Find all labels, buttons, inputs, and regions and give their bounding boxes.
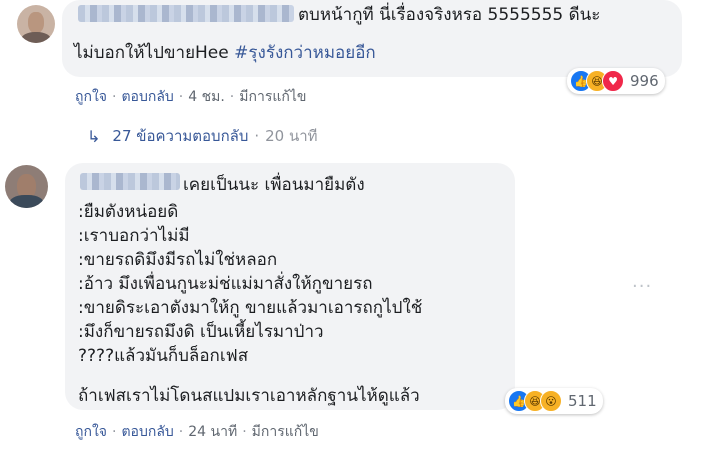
like-link[interactable]: ถูกใจ [75, 421, 107, 443]
comment-text-line: :ขายรถดิมึงมีรถไม่ใช่หลอก [78, 250, 278, 270]
reaction-count: 996 [630, 72, 659, 90]
comment-actions: ถูกใจ · ตอบกลับ · 4 ชม. · มีการแก้ไข [75, 86, 306, 108]
replies-count[interactable]: 27 ข้อความตอบกลับ [112, 124, 248, 148]
reaction-count: 511 [568, 392, 597, 410]
replies-timestamp: 20 นาที [265, 127, 318, 145]
comment-text-line: :มึงก็ขายรถมึงดิ เป็นเหี้ยไรมาป่าว [78, 322, 324, 342]
separator-dot: · [229, 89, 235, 105]
separator-dot: · [242, 424, 247, 440]
avatar-face [28, 11, 44, 33]
reply-link[interactable]: ตอบกลับ [121, 86, 173, 108]
separator-dot: · [112, 424, 117, 440]
edited-label[interactable]: มีการแก้ไข [239, 86, 306, 108]
separator-dot: · [178, 424, 184, 440]
avatar-shoulder [9, 195, 44, 208]
comment-actions: ถูกใจ · ตอบกลับ · 24 นาที · มีการแก้ไข [75, 421, 319, 443]
comment-text-line: เคยเป็นนะ เพื่อนมายืมตัง [183, 175, 365, 195]
more-options-icon[interactable]: ··· [632, 276, 652, 297]
commenter-avatar[interactable] [17, 5, 55, 43]
comment-text-line: :ยืมตังหน่อยดิ [78, 202, 179, 222]
commenter-avatar[interactable] [5, 165, 48, 208]
separator-dot: · [254, 127, 260, 145]
comment-timestamp[interactable]: 24 นาที [188, 421, 237, 443]
reply-arrow-icon: ↳ [87, 126, 101, 146]
comment-text-line: ????แล้วมันก็บล็อกเฟส [78, 346, 249, 366]
redacted-commenter-name[interactable] [80, 173, 180, 190]
comment-text-line: ไม่บอกให้ไปขายHee #รุงรังกว่าหมอยอีก [74, 41, 376, 65]
redacted-commenter-name[interactable] [78, 5, 294, 22]
view-replies-link[interactable]: ↳ 27 ข้อความตอบกลับ · 20 นาที [87, 124, 318, 148]
comment-text: ไม่บอกให้ไปขายHee [74, 43, 235, 63]
edited-label[interactable]: มีการแก้ไข [252, 421, 319, 443]
separator-dot: · [112, 89, 117, 105]
hashtag-link[interactable]: #รุงรังกว่าหมอยอีก [234, 43, 376, 63]
comment-text-line: :ขายดิระเอาตังมาให้กู ขายแล้วมาเอารถกูไป… [78, 298, 423, 318]
love-icon: ♥ [602, 70, 624, 92]
wow-icon: 😮 [540, 390, 562, 412]
avatar-shoulder [20, 31, 52, 43]
separator-dot: · [178, 89, 184, 105]
comment-text-line: ถ้าเฟสเราไม่โดนสแปมเราเอาหลักฐานไห้ดูแล้… [78, 386, 420, 406]
comment-timestamp[interactable]: 4 ชม. [188, 86, 225, 108]
reaction-summary[interactable]: 👍 😆 ♥ 996 [567, 68, 665, 94]
reply-link[interactable]: ตอบกลับ [121, 421, 173, 443]
reaction-summary[interactable]: 👍 😆 😮 511 [505, 388, 603, 414]
comment-text-line: :อ้าว มึงเพื่อนกูนะม่ช่แม่มาสั่งให้กูขาย… [78, 274, 373, 294]
comment-text-line: :เราบอกว่าไม่มี [78, 226, 190, 246]
comment-text-line: ตบหน้ากูที นี่เรื่องจริงหรอ 5555555 ดีนะ [298, 5, 601, 25]
like-link[interactable]: ถูกใจ [75, 86, 107, 108]
